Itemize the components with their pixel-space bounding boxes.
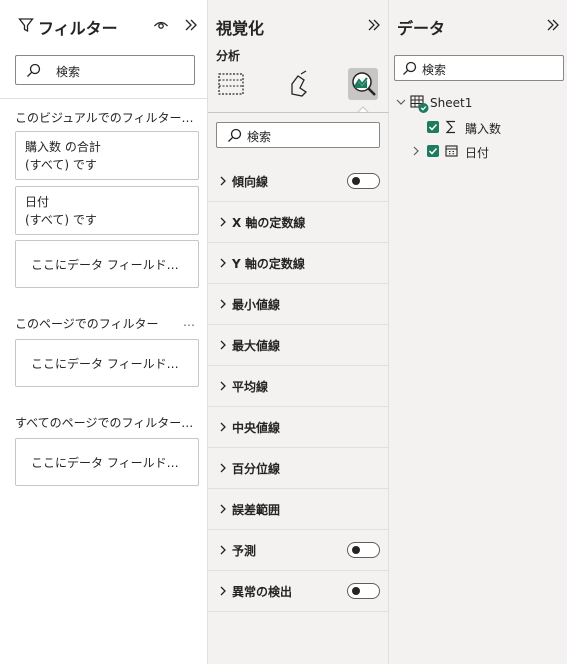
checkbox-checked[interactable] — [427, 145, 439, 157]
chevron-right-icon — [220, 381, 226, 391]
analytics-item-error-bars[interactable]: 誤差範囲 — [208, 489, 389, 530]
visual-filters-title: このビジュアルでのフィルター… — [15, 111, 194, 125]
drop-zone-text: ここにデータ フィールド… — [31, 258, 179, 272]
search-icon — [228, 128, 242, 142]
filters-header: フィルター — [0, 0, 207, 52]
data-search-input[interactable]: 検索 — [394, 55, 564, 81]
table-name: Sheet1 — [430, 96, 473, 110]
tab-build-visual[interactable] — [216, 68, 246, 100]
table-grid-icon — [218, 73, 244, 95]
filter-card-purchases[interactable]: 購入数 の合計 (すべて) です — [15, 131, 199, 180]
tab-analytics[interactable] — [348, 68, 378, 100]
data-title: データ — [397, 19, 446, 38]
collapse-chevron-icon[interactable] — [545, 17, 561, 33]
table-icon — [410, 95, 429, 113]
filter-card-field: 日付 — [25, 195, 50, 209]
search-placeholder: 検索 — [56, 65, 81, 79]
analytics-item-average-line[interactable]: 平均線 — [208, 366, 389, 407]
analytics-item-min-line[interactable]: 最小値線 — [208, 284, 389, 325]
paintbrush-icon — [291, 70, 308, 97]
chevron-right-icon[interactable] — [411, 145, 421, 157]
data-header: データ — [389, 0, 567, 52]
filter-card-field: 購入数 の合計 — [25, 140, 101, 154]
drop-zone-text: ここにデータ フィールド… — [31, 357, 179, 371]
analytics-item-forecast[interactable]: 予測 — [208, 530, 389, 571]
analytics-item-x-constant-line[interactable]: X 軸の定数線 — [208, 202, 389, 243]
eye-icon[interactable] — [153, 17, 169, 33]
analytics-item-median-line[interactable]: 中央値線 — [208, 407, 389, 448]
filter-card-condition: (すべて) です — [25, 158, 97, 172]
check-icon — [428, 123, 438, 131]
analytics-item-label: 中央値線 — [232, 421, 281, 435]
filters-search-input[interactable]: 検索 — [15, 55, 195, 85]
analytics-item-label: 最小値線 — [232, 298, 281, 312]
chevron-down-icon[interactable] — [396, 97, 406, 107]
analytics-item-trend-line[interactable]: 傾向線 — [208, 161, 389, 202]
checkbox-checked[interactable] — [427, 121, 439, 133]
collapse-chevron-icon[interactable] — [366, 17, 382, 33]
analytics-item-label: 傾向線 — [232, 175, 269, 189]
data-pane: データ 検索 Sheet1 購入数 日付 — [389, 0, 567, 664]
analytics-item-label: Y 軸の定数線 — [232, 257, 305, 271]
chevron-right-icon — [220, 176, 226, 186]
toggle-switch[interactable] — [347, 583, 380, 599]
visualizations-pane: 視覚化 分析 検索 傾向線 X 軸の定数線 Y 軸の定数線 最小値線 最大値線 … — [208, 0, 389, 664]
visual-filter-drop-zone[interactable]: ここにデータ フィールド… — [15, 240, 199, 288]
filter-icon — [18, 18, 34, 33]
viz-header: 視覚化 — [208, 0, 388, 52]
divider — [0, 98, 207, 99]
viz-search-input[interactable]: 検索 — [216, 122, 380, 148]
tab-divider — [208, 112, 389, 113]
analytics-item-label: 平均線 — [232, 380, 269, 394]
field-name: 日付 — [465, 146, 490, 160]
chevron-right-icon — [220, 217, 226, 227]
filter-card-condition: (すべて) です — [25, 213, 97, 227]
filters-pane: フィルター 検索 このビジュアルでのフィルター… 購入数 の合計 (すべて) で… — [0, 0, 208, 664]
all-pages-filter-drop-zone[interactable]: ここにデータ フィールド… — [15, 438, 199, 486]
viz-subtitle: 分析 — [216, 49, 241, 63]
analytics-item-label: X 軸の定数線 — [232, 216, 306, 230]
chevron-right-icon — [220, 586, 226, 596]
chevron-right-icon — [220, 545, 226, 555]
page-filters-title: このページでのフィルター — [15, 317, 159, 331]
analytics-item-max-line[interactable]: 最大値線 — [208, 325, 389, 366]
analytics-item-label: 誤差範囲 — [232, 503, 281, 517]
chevron-right-icon — [220, 504, 226, 514]
chevron-right-icon — [220, 258, 226, 268]
analytics-item-anomaly-detection[interactable]: 異常の検出 — [208, 571, 389, 612]
calendar-icon — [445, 145, 458, 157]
search-placeholder: 検索 — [247, 130, 272, 144]
analytics-item-label: 予測 — [232, 544, 257, 558]
field-name: 購入数 — [465, 122, 502, 136]
chevron-right-icon — [220, 422, 226, 432]
toggle-switch[interactable] — [347, 542, 380, 558]
search-icon — [27, 63, 41, 77]
all-pages-filters-title: すべてのページでのフィルター… — [15, 416, 194, 430]
filters-title: フィルター — [38, 19, 118, 38]
filter-card-date[interactable]: 日付 (すべて) です — [15, 186, 199, 235]
analytics-item-label: 最大値線 — [232, 339, 281, 353]
check-icon — [428, 147, 438, 155]
viz-title: 視覚化 — [216, 19, 265, 38]
chevron-right-icon — [220, 463, 226, 473]
tab-format-visual[interactable] — [284, 68, 314, 100]
analytics-item-label: 異常の検出 — [232, 585, 293, 599]
toggle-switch[interactable] — [347, 173, 380, 189]
chevron-right-icon — [220, 299, 226, 309]
more-options-icon[interactable]: … — [183, 315, 196, 329]
drop-zone-text: ここにデータ フィールド… — [31, 456, 179, 470]
chevron-right-icon — [220, 340, 226, 350]
page-filter-drop-zone[interactable]: ここにデータ フィールド… — [15, 339, 199, 387]
analytics-item-y-constant-line[interactable]: Y 軸の定数線 — [208, 243, 389, 284]
search-placeholder: 検索 — [422, 63, 447, 77]
analytics-magnifier-icon — [352, 72, 376, 96]
collapse-chevron-icon[interactable] — [183, 17, 199, 33]
analytics-item-percentile-line[interactable]: 百分位線 — [208, 448, 389, 489]
sigma-icon — [445, 120, 455, 134]
analytics-item-label: 百分位線 — [232, 462, 281, 476]
search-icon — [403, 61, 417, 75]
